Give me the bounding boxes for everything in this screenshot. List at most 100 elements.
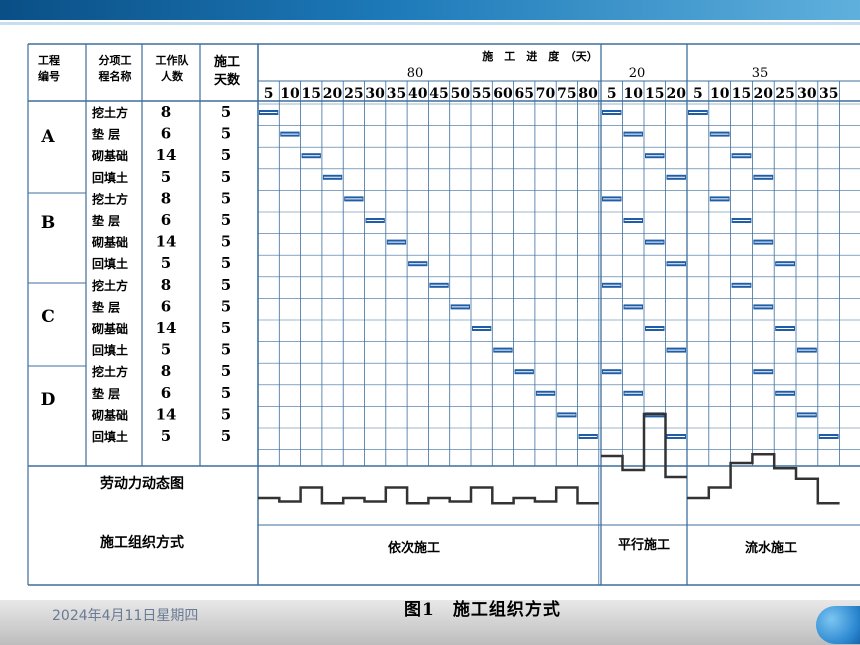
sequential-bar bbox=[386, 239, 407, 245]
sequential-bar bbox=[578, 434, 598, 439]
day-tick: 20 bbox=[323, 86, 343, 102]
header-team-line1: 工作队 bbox=[156, 53, 190, 67]
duration-days: 5 bbox=[221, 254, 231, 272]
sequential-bar bbox=[365, 218, 385, 223]
team-size: 8 bbox=[161, 362, 171, 380]
method-label: 施工组织方式 bbox=[100, 534, 184, 551]
table-grid bbox=[27, 43, 860, 586]
day-tick: 15 bbox=[645, 86, 664, 102]
flow-bar bbox=[775, 390, 795, 396]
duration-days: 5 bbox=[221, 189, 231, 207]
task-rows: A 挖土方 8 5 垫 层 6 5 砌基础 14 5 回填土 5 5 B 挖土方 8 5 垫 层 6 5 砌基础 14 5 回… bbox=[40, 103, 231, 445]
team-size: 8 bbox=[161, 276, 171, 294]
parallel-bar bbox=[602, 196, 622, 202]
parallel-bar bbox=[666, 174, 686, 180]
team-size: 5 bbox=[161, 427, 171, 445]
sequential-labor-curve bbox=[258, 486, 599, 505]
flow-bar bbox=[731, 218, 752, 223]
parallel-bar bbox=[645, 326, 665, 331]
team-size: 6 bbox=[161, 384, 171, 402]
team-size: 5 bbox=[161, 254, 171, 272]
task-name: 垫 层 bbox=[92, 213, 120, 228]
task-name: 砌基础 bbox=[91, 148, 128, 163]
header-team-line2: 人数 bbox=[161, 69, 184, 83]
header-days-line2: 天数 bbox=[214, 72, 241, 88]
flow-bar bbox=[753, 239, 774, 245]
section-total-parallel: 20 bbox=[629, 66, 646, 81]
header-code-line1: 工程 bbox=[38, 53, 60, 67]
parallel-bar bbox=[666, 347, 686, 353]
task-name: 挖土方 bbox=[92, 364, 128, 379]
duration-days: 5 bbox=[221, 103, 231, 121]
day-tick: 35 bbox=[819, 86, 838, 102]
duration-days: 5 bbox=[221, 297, 231, 315]
parallel-bar bbox=[623, 390, 643, 396]
day-tick: 30 bbox=[797, 86, 817, 102]
day-tick: 5 bbox=[607, 86, 617, 102]
day-tick: 25 bbox=[775, 86, 794, 102]
duration-days: 5 bbox=[221, 405, 231, 423]
day-tick: 20 bbox=[754, 86, 774, 102]
project-code: B bbox=[41, 213, 55, 233]
header-days-line1: 施工 bbox=[214, 54, 240, 70]
parallel-bar bbox=[602, 282, 622, 288]
day-tick: 35 bbox=[387, 86, 406, 102]
day-tick: 25 bbox=[344, 86, 363, 102]
flow-bar bbox=[731, 282, 752, 288]
parallel-bar bbox=[645, 239, 665, 245]
flow-bar bbox=[731, 153, 752, 159]
team-size: 6 bbox=[161, 125, 171, 143]
duration-days: 5 bbox=[221, 427, 231, 445]
flow-bar bbox=[775, 261, 795, 267]
flow-bar bbox=[797, 347, 817, 353]
sequential-bar bbox=[493, 347, 513, 353]
day-tick: 30 bbox=[365, 86, 385, 102]
day-tick: 80 bbox=[578, 86, 598, 102]
schedule-table: 工程 编号 分项工 程名称 工作队 人数 施工 天数 施 工 进 度 （天） 8… bbox=[27, 43, 860, 586]
header-name-line2: 程名称 bbox=[99, 69, 132, 83]
method-flow: 流水施工 bbox=[745, 540, 797, 556]
flow-bar bbox=[688, 110, 708, 115]
sequential-bar bbox=[514, 369, 534, 375]
day-tick: 70 bbox=[536, 86, 556, 102]
slide-date: 2024年4月11日星期四 bbox=[52, 608, 199, 624]
duration-days: 5 bbox=[221, 384, 231, 402]
day-tick: 55 bbox=[472, 86, 491, 102]
page-number-badge[interactable] bbox=[816, 606, 860, 644]
team-size: 6 bbox=[161, 211, 171, 229]
labor-chart-label: 劳动力动态图 bbox=[100, 475, 184, 492]
day-tick: 10 bbox=[624, 86, 644, 102]
method-sequential: 依次施工 bbox=[388, 540, 440, 556]
duration-days: 5 bbox=[221, 233, 231, 251]
task-name: 垫 层 bbox=[92, 299, 120, 314]
flow-bar bbox=[775, 326, 795, 331]
team-size: 14 bbox=[156, 319, 177, 337]
method-parallel: 平行施工 bbox=[618, 537, 670, 553]
day-tick: 10 bbox=[710, 86, 730, 102]
flow-bar bbox=[753, 369, 774, 375]
task-name: 砌基础 bbox=[91, 235, 128, 250]
sequential-bar bbox=[557, 412, 577, 418]
sequential-bar bbox=[301, 153, 321, 159]
day-tick: 45 bbox=[429, 86, 448, 102]
day-tick: 15 bbox=[732, 86, 751, 102]
duration-days: 5 bbox=[221, 146, 231, 164]
day-tick: 15 bbox=[302, 86, 321, 102]
team-size: 8 bbox=[161, 189, 171, 207]
day-tick: 50 bbox=[451, 86, 471, 102]
day-tick: 5 bbox=[693, 86, 703, 102]
task-name: 挖土方 bbox=[92, 278, 128, 293]
header-code-line2: 编号 bbox=[38, 69, 60, 83]
duration-days: 5 bbox=[221, 211, 231, 229]
day-tick: 60 bbox=[493, 86, 513, 102]
task-name: 回填土 bbox=[92, 256, 128, 271]
sequential-bar bbox=[322, 174, 343, 180]
day-tick: 65 bbox=[515, 86, 534, 102]
flow-bar bbox=[709, 131, 730, 137]
team-size: 14 bbox=[156, 405, 177, 423]
task-name: 砌基础 bbox=[91, 407, 128, 422]
task-name: 回填土 bbox=[92, 343, 128, 358]
task-name: 回填土 bbox=[92, 170, 128, 185]
team-size: 5 bbox=[161, 341, 171, 359]
duration-days: 5 bbox=[221, 319, 231, 337]
